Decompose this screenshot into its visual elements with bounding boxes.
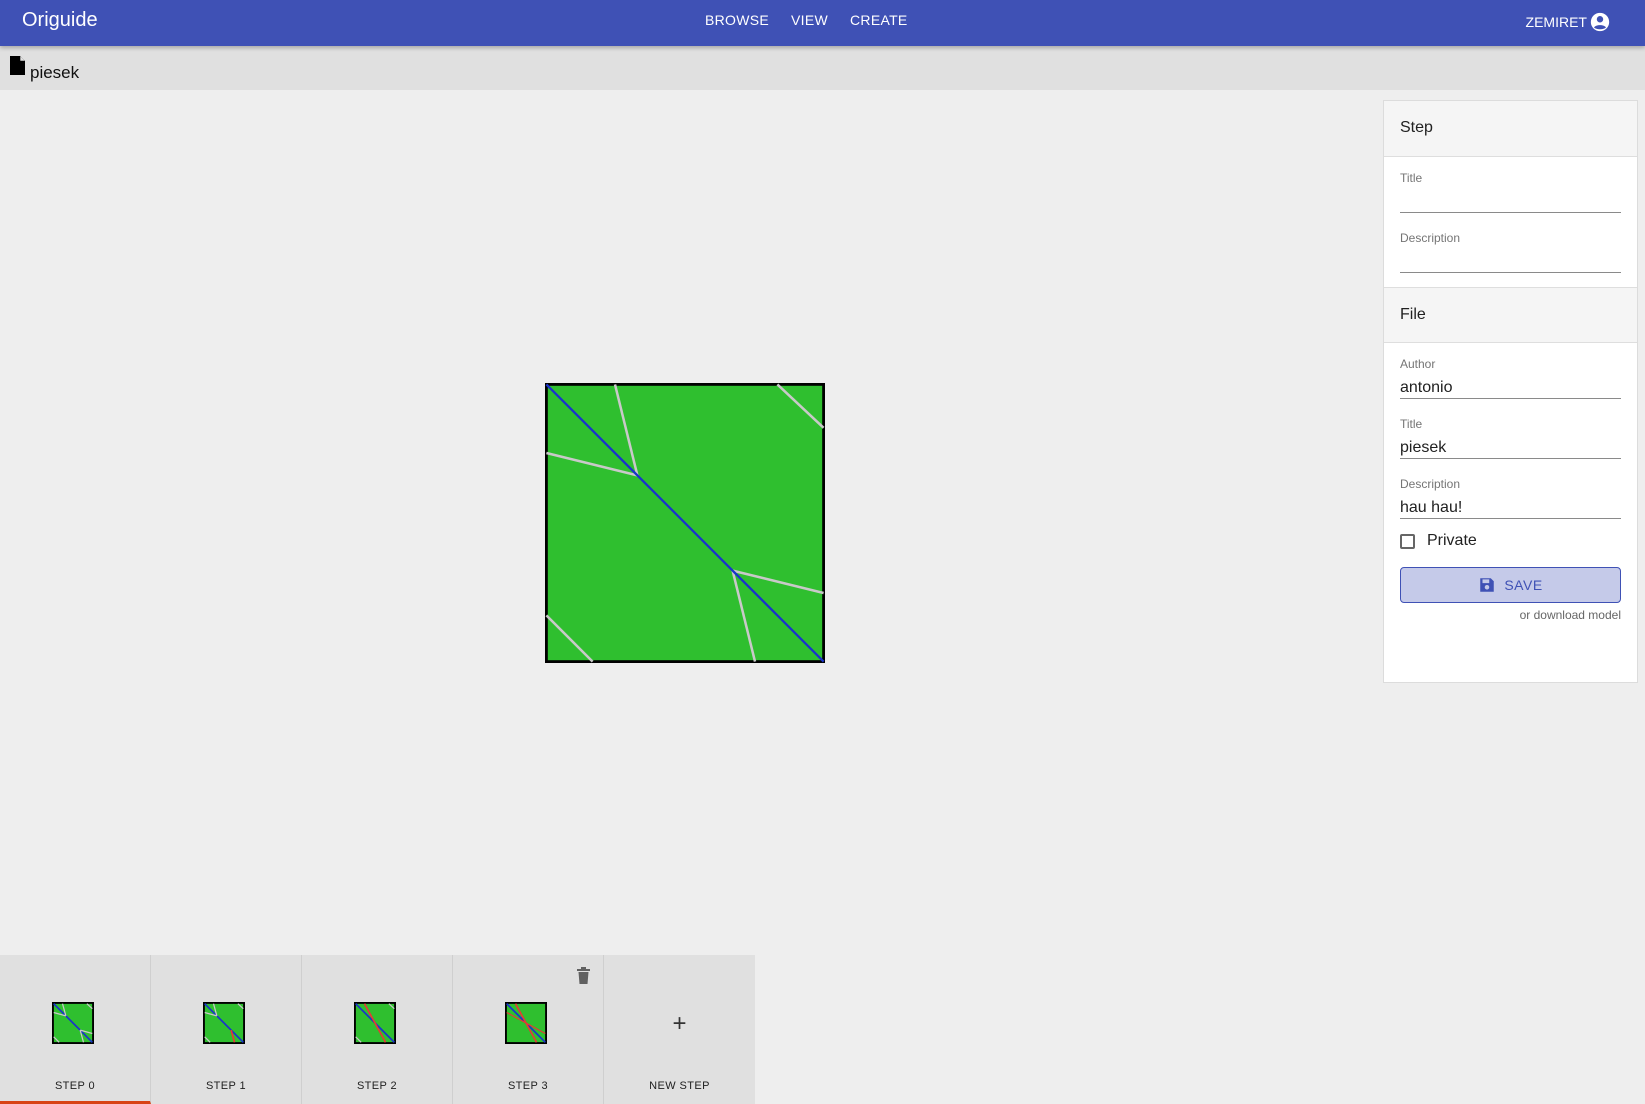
- file-title-input[interactable]: [1400, 431, 1621, 459]
- nav-view[interactable]: VIEW: [791, 12, 828, 28]
- private-checkbox[interactable]: [1400, 533, 1415, 549]
- file-bar: piesek: [0, 46, 1645, 90]
- download-model-link[interactable]: or download model: [1400, 608, 1621, 622]
- step-tab-3[interactable]: STEP 3: [453, 955, 604, 1104]
- file-description-label: Description: [1400, 477, 1461, 491]
- app-brand[interactable]: Origuide: [22, 9, 98, 32]
- step-thumbnail: [52, 1002, 94, 1044]
- main-nav: BROWSE VIEW CREATE: [705, 12, 908, 28]
- step-thumbnail: [354, 1002, 396, 1044]
- properties-panel: Step Title Description File Author Title…: [1383, 100, 1638, 683]
- step-tab-1[interactable]: STEP 1: [151, 955, 302, 1104]
- author-input[interactable]: [1400, 371, 1621, 399]
- plus-icon: +: [672, 1010, 687, 1037]
- new-step-button[interactable]: + NEW STEP: [604, 955, 755, 1104]
- step-section: Title Description: [1384, 157, 1637, 287]
- user-name: ZEMIRET: [1525, 14, 1587, 30]
- steps-bar: STEP 0 STEP 1 STEP 2 STEP 3 + NEW STEP: [0, 955, 755, 1104]
- nav-browse[interactable]: BROWSE: [705, 12, 769, 28]
- private-row: Private: [1400, 527, 1621, 555]
- trash-icon[interactable]: [576, 967, 591, 984]
- file-name: piesek: [30, 63, 80, 82]
- file-description-field: Description: [1400, 477, 1621, 519]
- step-label: STEP 2: [356, 1080, 398, 1092]
- step-thumbnail: [203, 1002, 245, 1044]
- new-step-label: NEW STEP: [649, 1080, 710, 1092]
- step-label: STEP 1: [205, 1080, 247, 1092]
- file-icon: [10, 56, 25, 75]
- paper-square[interactable]: [545, 383, 825, 663]
- step-tab-0[interactable]: STEP 0: [0, 955, 151, 1104]
- step-description-input[interactable]: [1400, 245, 1621, 273]
- file-section: Author Title Description Private SAVE or…: [1384, 343, 1637, 632]
- file-title-field: Title: [1400, 417, 1621, 459]
- nav-create[interactable]: CREATE: [850, 12, 908, 28]
- step-description-label: Description: [1400, 231, 1461, 245]
- step-label: STEP 3: [507, 1080, 549, 1092]
- save-button[interactable]: SAVE: [1400, 567, 1621, 603]
- file-section-header: File: [1384, 287, 1637, 343]
- step-thumbnail: [505, 1002, 547, 1044]
- save-label: SAVE: [1504, 577, 1543, 593]
- step-title-input[interactable]: [1400, 185, 1621, 213]
- app-bar: Origuide BROWSE VIEW CREATE ZEMIRET: [0, 0, 1645, 46]
- floppy-disk-icon: [1480, 578, 1495, 592]
- author-field: Author: [1400, 357, 1621, 399]
- author-label: Author: [1400, 357, 1436, 371]
- step-description-field: Description: [1400, 231, 1621, 273]
- user-menu[interactable]: ZEMIRET: [1526, 11, 1611, 33]
- step-section-header: Step: [1384, 101, 1637, 157]
- fold-canvas[interactable]: [545, 383, 825, 663]
- file-title-label: Title: [1400, 417, 1423, 431]
- step-title-field: Title: [1400, 171, 1621, 213]
- account-circle-icon: [1590, 12, 1610, 32]
- file-description-input[interactable]: [1400, 491, 1621, 519]
- private-label: Private: [1427, 532, 1477, 549]
- step-title-label: Title: [1400, 171, 1423, 185]
- step-tab-2[interactable]: STEP 2: [302, 955, 453, 1104]
- step-label: STEP 0: [54, 1080, 96, 1092]
